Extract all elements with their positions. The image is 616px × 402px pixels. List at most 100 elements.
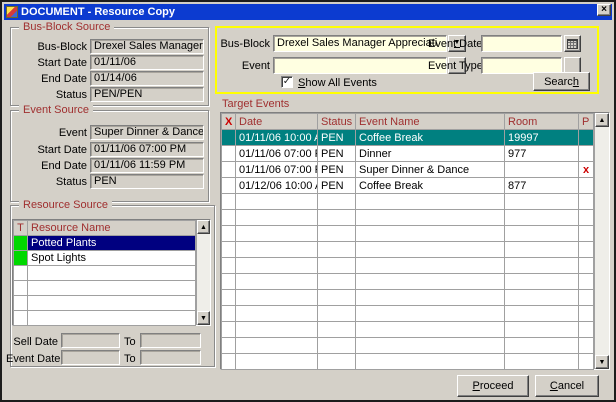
- table-row-empty[interactable]: [14, 296, 196, 311]
- scroll-up-button[interactable]: ▲: [595, 113, 609, 127]
- table-row-empty[interactable]: [222, 354, 594, 370]
- target-events-empty-rows: [222, 194, 594, 370]
- bus-block-label: Bus-Block: [10, 41, 87, 53]
- cell-date: 01/12/06 10:00 AM: [236, 178, 318, 194]
- table-row-empty[interactable]: [222, 322, 594, 338]
- table-row[interactable]: 01/11/06 07:00 PM PEN Dinner 977: [222, 146, 594, 162]
- event-date-range-label: Event Date: [6, 353, 58, 365]
- col-date: Date: [236, 114, 318, 130]
- table-row-empty[interactable]: [14, 281, 196, 296]
- cell-p: [579, 130, 594, 146]
- status-field: PEN/PEN: [90, 87, 204, 102]
- table-row-empty[interactable]: [222, 226, 594, 242]
- cell-event-name: Super Dinner & Dance: [356, 162, 505, 178]
- scroll-up-icon: ▲: [200, 224, 207, 231]
- event-start-date-label: Start Date: [10, 144, 87, 156]
- scroll-up-icon: ▲: [599, 117, 606, 124]
- cell-status: PEN: [318, 178, 356, 194]
- target-events-table: X Date Status Event Name Room P 01/11/06…: [221, 113, 594, 370]
- search-bus-block-combo[interactable]: Drexel Sales Manager Appreciati: [273, 35, 447, 52]
- col-room: Room: [505, 114, 579, 130]
- search-event-date-field[interactable]: [481, 35, 562, 52]
- sell-date-to-field[interactable]: [140, 333, 201, 348]
- search-button[interactable]: Search: [533, 72, 590, 91]
- search-bus-block-label: Bus-Block: [220, 38, 270, 50]
- cell-room: 977: [505, 146, 579, 162]
- event-field: Super Dinner & Dance: [90, 125, 204, 140]
- checkmark-icon: ✓: [283, 77, 291, 87]
- search-event-type-label: Event Type: [428, 60, 478, 72]
- scroll-down-icon: ▼: [200, 315, 207, 322]
- resource-name-cell: Potted Plants: [28, 236, 196, 251]
- target-events-rows: 01/11/06 10:00 AM PEN Coffee Break 19997…: [222, 130, 594, 194]
- resource-type-cell: [14, 251, 28, 266]
- col-p: P: [579, 114, 594, 130]
- close-button[interactable]: ×: [597, 4, 611, 16]
- col-status: Status: [318, 114, 356, 130]
- scroll-down-icon: ▼: [599, 359, 606, 366]
- table-row-empty[interactable]: [222, 338, 594, 354]
- resource-row[interactable]: Spot Lights: [14, 251, 196, 266]
- cell-p: x: [579, 162, 594, 178]
- col-x: X: [222, 114, 236, 130]
- target-events-list: X Date Status Event Name Room P 01/11/06…: [220, 112, 610, 370]
- target-events-title: Target Events: [222, 98, 289, 110]
- cell-p: [579, 178, 594, 194]
- resource-scrollbar[interactable]: ▲ ▼: [196, 220, 210, 325]
- scroll-down-button[interactable]: ▼: [197, 311, 210, 325]
- event-date-to-field[interactable]: [140, 350, 201, 365]
- dialog-window: DOCUMENT - Resource Copy × Bus-Block Sou…: [0, 0, 616, 402]
- close-icon: ×: [601, 5, 607, 15]
- bus-block-field: Drexel Sales Manager Appr: [90, 39, 204, 54]
- table-row-empty[interactable]: [222, 306, 594, 322]
- event-date-from-field[interactable]: [61, 350, 120, 365]
- search-event-field[interactable]: [273, 57, 447, 74]
- resource-name-cell: Spot Lights: [28, 251, 196, 266]
- bus-block-source-title: Bus-Block Source: [19, 21, 114, 33]
- resource-col-name: Resource Name: [28, 221, 196, 236]
- cell-date: 01/11/06 10:00 AM: [236, 130, 318, 146]
- scroll-up-button[interactable]: ▲: [197, 220, 210, 234]
- table-row[interactable]: 01/12/06 10:00 AM PEN Coffee Break 877: [222, 178, 594, 194]
- event-source-title: Event Source: [19, 104, 93, 116]
- table-row-empty[interactable]: [222, 194, 594, 210]
- target-events-scrollbar[interactable]: ▲ ▼: [594, 113, 609, 369]
- table-row-empty[interactable]: [222, 258, 594, 274]
- table-row-selected[interactable]: 01/11/06 10:00 AM PEN Coffee Break 19997: [222, 130, 594, 146]
- cell-event-name: Dinner: [356, 146, 505, 162]
- resource-list: T Resource Name Potted Plants Spot Light…: [12, 219, 211, 326]
- cell-status: PEN: [318, 130, 356, 146]
- resource-table: T Resource Name Potted Plants Spot Light…: [13, 220, 196, 326]
- cell-room: 877: [505, 178, 579, 194]
- end-date-label: End Date: [10, 73, 87, 85]
- resource-row-selected[interactable]: Potted Plants: [14, 236, 196, 251]
- resource-rows: Potted Plants Spot Lights: [14, 236, 196, 266]
- proceed-button[interactable]: Proceed: [457, 375, 529, 397]
- cell-date: 01/11/06 07:00 PM: [236, 146, 318, 162]
- event-status-field: PEN: [90, 174, 204, 189]
- sell-date-label: Sell Date: [6, 336, 58, 348]
- table-row-empty[interactable]: [222, 242, 594, 258]
- event-date-calendar-button[interactable]: [564, 35, 581, 52]
- table-row-empty[interactable]: [222, 290, 594, 306]
- table-row-empty[interactable]: [222, 210, 594, 226]
- search-event-date-label: Event Date: [428, 38, 478, 50]
- cell-event-name: Coffee Break: [356, 178, 505, 194]
- calendar-icon: [567, 39, 578, 49]
- sell-date-from-field[interactable]: [61, 333, 120, 348]
- table-row[interactable]: 01/11/06 07:00 PM PEN Super Dinner & Dan…: [222, 162, 594, 178]
- cell-event-name: Coffee Break: [356, 130, 505, 146]
- start-date-field: 01/11/06: [90, 55, 204, 70]
- table-row-empty[interactable]: [222, 274, 594, 290]
- table-row-empty[interactable]: [14, 266, 196, 281]
- table-row-empty[interactable]: [14, 311, 196, 326]
- status-label: Status: [10, 89, 87, 101]
- sell-date-to-label: To: [124, 336, 136, 348]
- event-label: Event: [10, 127, 87, 139]
- event-status-label: Status: [10, 176, 87, 188]
- show-all-events-label: Show All Events: [298, 77, 377, 89]
- cancel-button[interactable]: Cancel: [535, 375, 599, 397]
- show-all-events-checkbox[interactable]: ✓: [281, 76, 293, 88]
- cell-room: 19997: [505, 130, 579, 146]
- scroll-down-button[interactable]: ▼: [595, 355, 609, 369]
